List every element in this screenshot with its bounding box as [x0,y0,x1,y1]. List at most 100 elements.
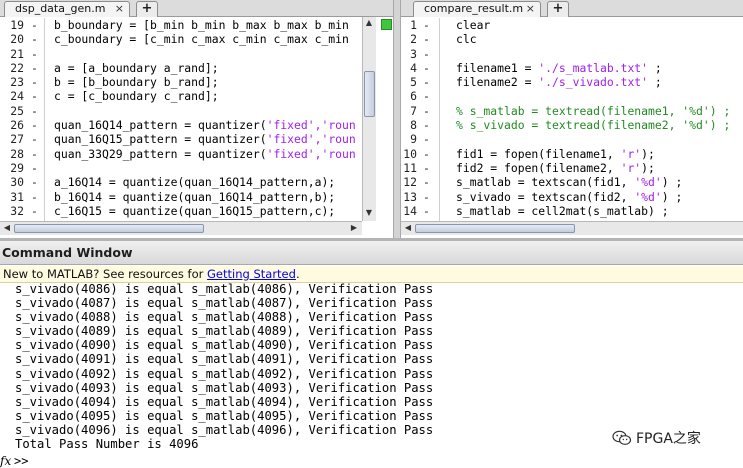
breakpoint-marker[interactable]: - [31,61,38,75]
output-line: s_vivado(4090) is equal s_matlab(4090), … [15,338,434,353]
watermark: FPGA之家 [612,428,701,448]
code-text: s_vivado = textscan(fid2, '%d') ; [456,190,682,204]
wechat-icon [612,430,632,445]
code-segment: clc [456,32,477,47]
code-string: 'fixed','roun [266,118,356,133]
output-line: s_vivado(4094) is equal s_matlab(4094), … [15,394,434,409]
breakpoint-marker[interactable]: - [31,190,38,204]
output-line: s_vivado(4092) is equal s_matlab(4092), … [15,366,434,381]
code-segment: clear [456,18,491,32]
line-number: 29 [10,160,24,175]
breakpoint-marker[interactable]: - [31,47,38,61]
output-line: Total Pass Number is 4096 [15,437,199,452]
breakpoint-marker[interactable]: - [31,147,38,161]
code-segment: a = [a_boundary a_rand]; [54,60,219,75]
scroll-right-icon[interactable]: ▶ [348,223,360,233]
code-string: 'fixed','roun [266,132,356,147]
left-horizontal-scrollbar[interactable]: ◀ ▶ [0,221,362,235]
code-segment: s_vivado = textscan(fid2, [456,189,635,204]
line-number: 19 [10,18,24,32]
code-text: filename2 = './s_vivado.txt' ; [456,75,662,89]
code-segment: c_16Q15 = quantize(quan_16Q15_pattern,c)… [54,203,336,218]
function-browser-icon[interactable]: fx [0,453,14,468]
scroll-left-icon[interactable]: ◀ [1,223,13,233]
breakpoint-marker[interactable]: - [423,161,430,175]
code-segment: c_boundary = [c_min c_max c_min c_max c_… [54,32,349,47]
breakpoint-marker[interactable]: - [423,204,430,218]
code-text: clear [456,18,490,32]
breakpoint-marker[interactable]: - [31,89,38,103]
breakpoint-marker[interactable]: - [423,190,430,204]
breakpoint-marker[interactable]: - [31,75,38,89]
code-segment: quan_16Q14_pattern = quantizer( [54,118,267,133]
code-text: quan_33Q29_pattern = quantizer('fixed','… [54,147,356,161]
breakpoint-marker[interactable]: - [31,118,38,132]
breakpoint-marker[interactable]: - [423,32,430,46]
line-number: 31 [10,189,24,204]
command-prompt-line[interactable]: fx >> [0,453,28,468]
breakpoint-marker[interactable]: - [423,75,430,89]
tab-close-icon[interactable]: × [115,2,124,16]
code-text: c_boundary = [c_min c_max c_min c_max c_… [54,32,349,46]
breakpoint-marker[interactable]: - [423,61,430,75]
code-comment: % s_matlab = textread(filename1, '%d') ; [456,103,731,118]
breakpoint-marker[interactable]: - [31,175,38,189]
tab-dsp-data-gen[interactable]: dsp_data_gen.m × [4,1,130,17]
scroll-left-icon[interactable]: ◀ [402,223,414,233]
breakpoint-marker[interactable]: - [31,204,38,218]
code-text: filename1 = './s_matlab.txt' ; [456,61,662,75]
add-tab-button[interactable]: + [547,1,569,17]
banner-text: New to MATLAB? See resources for [3,267,208,281]
breakpoint-marker[interactable]: - [423,118,430,132]
scroll-down-icon[interactable]: ▼ [363,208,375,218]
breakpoint-marker[interactable]: - [423,89,430,103]
right-hscroll-thumb[interactable] [415,224,575,233]
output-line: s_vivado(4096) is equal s_matlab(4096), … [15,422,434,437]
code-text: c = [c_boundary c_rand]; [54,89,219,103]
breakpoint-marker[interactable]: - [423,147,430,161]
code-segment: b_16Q14 = quantize(quan_16Q14_pattern,b)… [54,189,336,204]
tab-close-icon[interactable]: × [526,2,535,16]
right-horizontal-scrollbar[interactable]: ◀ [401,221,743,235]
line-number: 23 [10,75,24,90]
tab-compare-result[interactable]: compare_result.m × [413,1,541,17]
breakpoint-marker[interactable]: - [31,132,38,146]
left-vertical-scrollbar[interactable]: ▲ ▼ [362,17,376,221]
line-number: 4 [410,60,417,75]
scroll-up-icon[interactable]: ▲ [363,18,375,28]
prompt-symbol: >> [14,454,29,468]
breakpoint-marker[interactable]: - [31,104,38,118]
line-number: 24 [10,89,24,104]
code-string: 'fixed','roun [266,146,356,161]
breakpoint-marker[interactable]: - [31,32,38,46]
line-number: 3 [410,46,417,61]
getting-started-link[interactable]: Getting Started [207,267,296,281]
breakpoint-marker[interactable]: - [423,132,430,146]
line-number: 14 [403,203,417,218]
add-tab-button[interactable]: + [136,1,158,17]
output-line: s_vivado(4087) is equal s_matlab(4087), … [15,296,434,311]
output-line: s_vivado(4091) is equal s_matlab(4091), … [15,352,434,367]
code-text: % s_matlab = textread(filename1, '%d') ; [456,104,730,118]
left-hscroll-thumb[interactable] [14,224,204,233]
line-number: 10 [403,146,417,161]
code-text: % s_vivado = textread(filename2, '%d') ; [456,118,730,132]
left-vscroll-thumb[interactable] [364,71,375,117]
code-text: fid2 = fopen(filename2, 'r'); [456,161,655,175]
code-text: a_16Q14 = quantize(quan_16Q14_pattern,a)… [54,175,335,189]
code-segment: a_16Q14 = quantize(quan_16Q14_pattern,a)… [54,175,336,190]
line-number: 1 [410,18,417,32]
breakpoint-marker[interactable]: - [423,18,430,32]
code-segment: ; [648,60,662,75]
code-analyzer-status-icon[interactable] [381,19,392,30]
breakpoint-marker[interactable]: - [423,47,430,61]
code-string: 'r' [620,146,642,161]
left-editor-pane: dsp_data_gen.m × + 19- b_boundary = [b_mi… [0,0,393,238]
breakpoint-marker[interactable]: - [423,175,430,189]
breakpoint-marker[interactable]: - [31,18,38,32]
breakpoint-marker[interactable]: - [31,161,38,175]
code-segment: b = [b_boundary b_rand]; [54,75,219,90]
breakpoint-marker[interactable]: - [423,104,430,118]
output-line: s_vivado(4093) is equal s_matlab(4093), … [15,380,434,395]
pane-splitter[interactable] [393,0,401,238]
